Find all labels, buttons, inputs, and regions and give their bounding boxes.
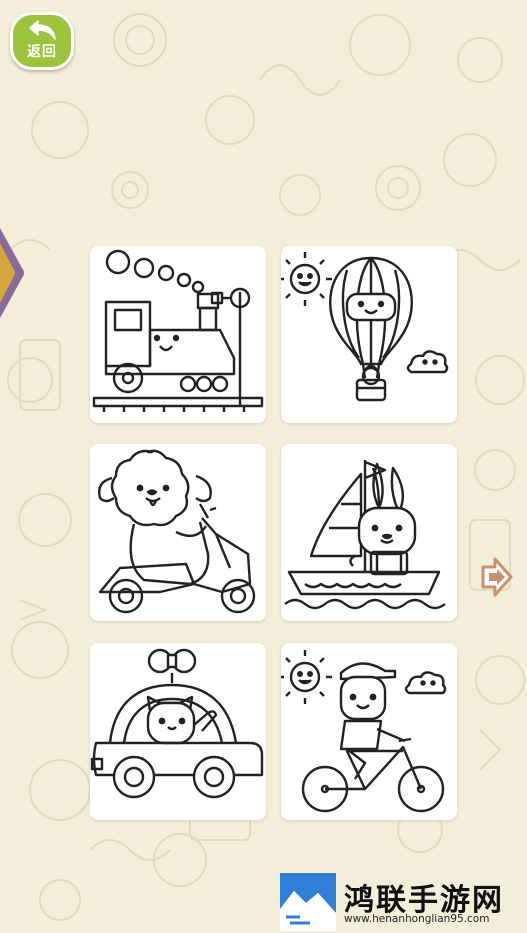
coloring-card-train[interactable] [90, 246, 266, 423]
hot-air-balloon-drawing [278, 252, 449, 402]
puppy-scooter-drawing [98, 449, 256, 614]
sun-icon [278, 252, 332, 306]
bunny-sailboat-drawing [284, 460, 446, 610]
sun-icon [278, 650, 332, 704]
back-arrow-icon [29, 20, 56, 40]
train-drawing [92, 249, 264, 412]
kitten-car-drawing [90, 648, 264, 799]
back-button[interactable]: 返回 [10, 12, 74, 70]
coloring-card-puppy-scooter[interactable] [90, 444, 266, 621]
coloring-card-hot-air-balloon[interactable] [278, 246, 457, 423]
coloring-card-bunny-sailboat[interactable] [281, 444, 457, 621]
back-button-label: 返回 [27, 44, 57, 60]
coloring-card-boy-bicycle[interactable] [278, 643, 457, 820]
watermark-url: www.henanhonglian95.com [344, 913, 490, 925]
coloring-card-kitten-car[interactable] [90, 643, 266, 820]
boy-bicycle-drawing [278, 650, 447, 813]
watermark: 鸿联手游网 www.henanhonglian95.com [280, 873, 527, 933]
chevron-right-icon[interactable] [479, 555, 513, 599]
watermark-logo-icon [280, 873, 336, 931]
side-drawer-tab[interactable] [0, 228, 26, 318]
